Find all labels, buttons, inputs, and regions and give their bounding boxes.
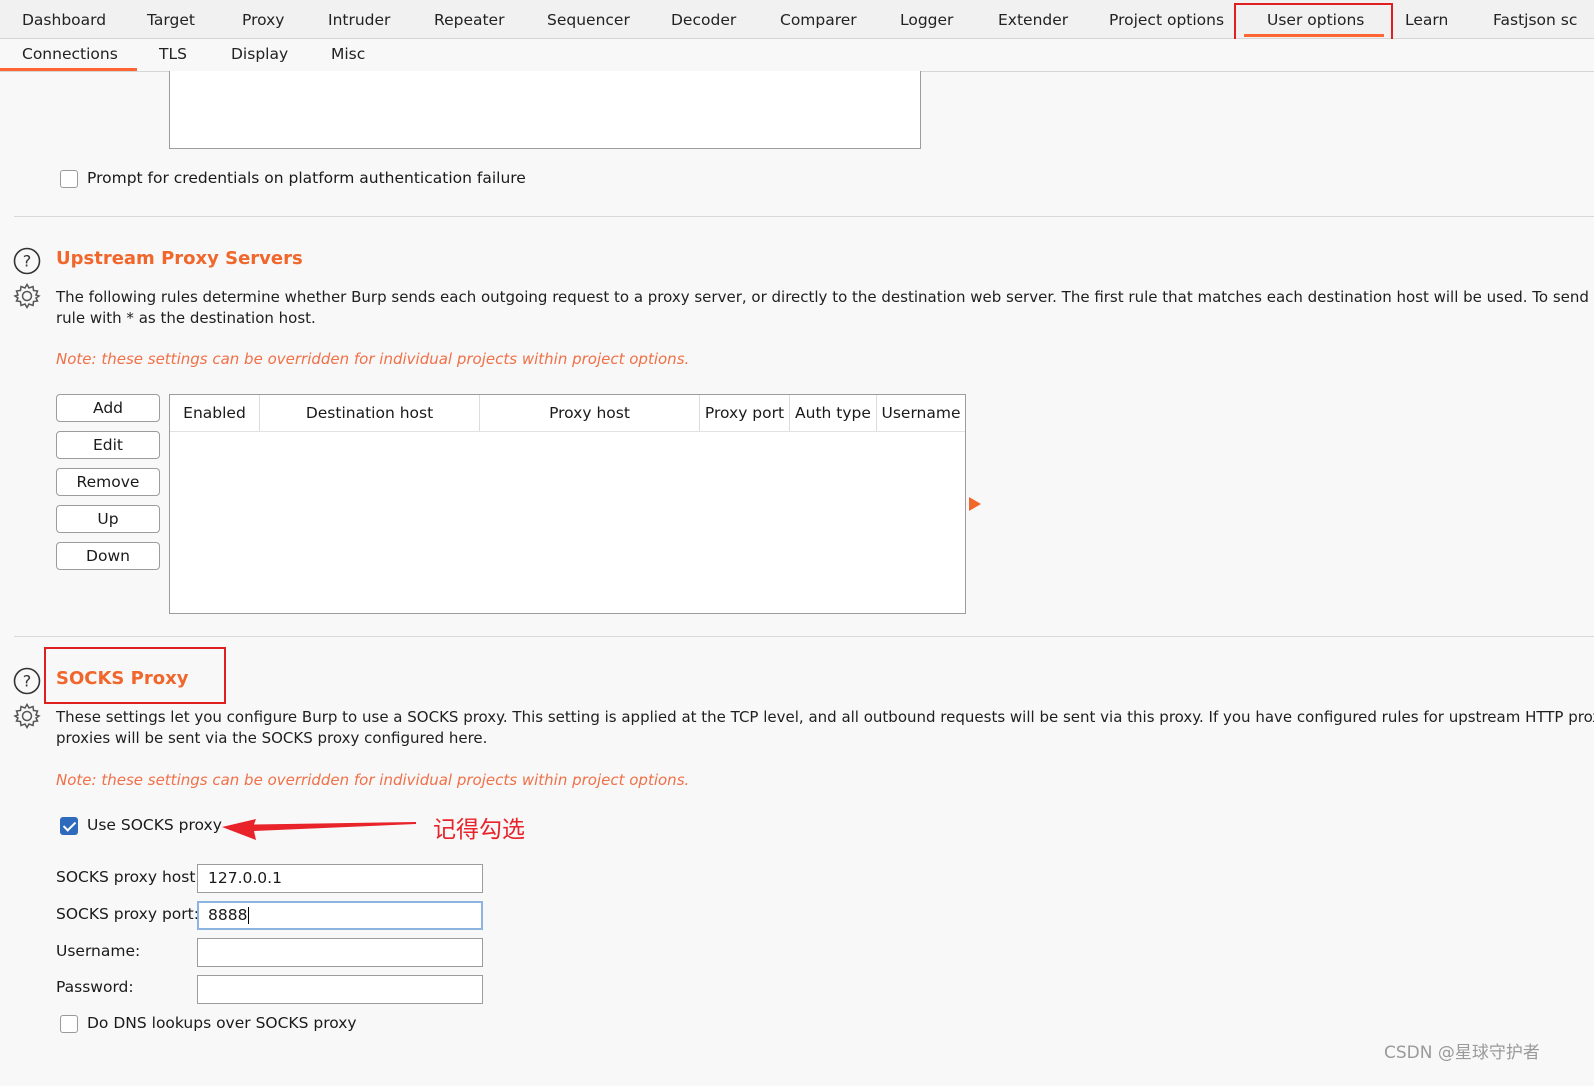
socks-port-label: SOCKS proxy port: xyxy=(56,905,199,923)
tab-comparer[interactable]: Comparer xyxy=(780,0,857,38)
gear-icon[interactable] xyxy=(13,282,41,310)
use-socks-proxy-label: Use SOCKS proxy xyxy=(87,816,222,834)
tab-sequencer[interactable]: Sequencer xyxy=(547,0,630,38)
subtab-misc[interactable]: Misc xyxy=(331,39,365,71)
sub-tab-bar: Connections TLS Display Misc xyxy=(0,39,1594,72)
help-icon[interactable]: ? xyxy=(13,667,41,695)
upstream-section-title: Upstream Proxy Servers xyxy=(56,248,303,269)
subtab-tls[interactable]: TLS xyxy=(159,39,187,71)
tab-logger[interactable]: Logger xyxy=(900,0,953,38)
tab-intruder[interactable]: Intruder xyxy=(328,0,390,38)
tab-project-options[interactable]: Project options xyxy=(1109,0,1224,38)
annotation-text: 记得勾选 xyxy=(433,817,525,843)
tab-learn[interactable]: Learn xyxy=(1405,0,1448,38)
highlight-box-socks-title xyxy=(44,647,226,704)
use-socks-proxy-checkbox[interactable] xyxy=(60,817,78,835)
remove-button[interactable]: Remove xyxy=(56,468,160,496)
svg-text:?: ? xyxy=(23,252,32,271)
socks-port-input[interactable]: 8888 xyxy=(197,901,483,930)
text-cursor xyxy=(248,907,250,924)
active-subtab-indicator xyxy=(0,68,137,71)
watermark: CSDN @星球守护者 xyxy=(1384,1043,1540,1063)
username-label: Username: xyxy=(56,942,141,960)
socks-host-input[interactable]: 127.0.0.1 xyxy=(197,864,483,893)
username-input[interactable] xyxy=(197,938,483,967)
edit-button[interactable]: Edit xyxy=(56,431,160,459)
help-icon[interactable]: ? xyxy=(13,247,41,275)
column-header-enabled[interactable]: Enabled xyxy=(170,395,260,431)
tab-extender[interactable]: Extender xyxy=(998,0,1068,38)
socks-port-value: 8888 xyxy=(208,906,248,924)
socks-host-label: SOCKS proxy host: xyxy=(56,868,201,886)
tab-repeater[interactable]: Repeater xyxy=(434,0,504,38)
column-header-username[interactable]: Username xyxy=(877,395,965,431)
upstream-note: Note: these settings can be overridden f… xyxy=(56,350,690,368)
platform-auth-table[interactable] xyxy=(169,71,921,149)
dns-over-socks-checkbox[interactable] xyxy=(60,1015,78,1033)
section-divider xyxy=(14,216,1594,217)
expand-arrow-icon[interactable] xyxy=(968,496,982,512)
add-button[interactable]: Add xyxy=(56,394,160,422)
gear-icon[interactable] xyxy=(13,702,41,730)
password-label: Password: xyxy=(56,978,134,996)
upstream-rules-table[interactable]: Enabled Destination host Proxy host Prox… xyxy=(169,394,966,614)
section-divider xyxy=(14,636,1594,637)
table-header-divider xyxy=(170,431,965,432)
tab-dashboard[interactable]: Dashboard xyxy=(22,0,106,38)
svg-text:?: ? xyxy=(23,672,32,691)
socks-description-line2: proxies will be sent via the SOCKS proxy… xyxy=(56,729,488,747)
tab-target[interactable]: Target xyxy=(147,0,195,38)
socks-note: Note: these settings can be overridden f… xyxy=(56,771,690,789)
tab-fastjson[interactable]: Fastjson sc xyxy=(1493,0,1577,38)
prompt-credentials-label: Prompt for credentials on platform authe… xyxy=(87,169,526,187)
tab-proxy[interactable]: Proxy xyxy=(242,0,284,38)
down-button[interactable]: Down xyxy=(56,542,160,570)
upstream-description-line2: rule with * as the destination host. xyxy=(56,309,316,327)
dns-over-socks-label: Do DNS lookups over SOCKS proxy xyxy=(87,1014,357,1032)
subtab-display[interactable]: Display xyxy=(231,39,288,71)
upstream-description-line1: The following rules determine whether Bu… xyxy=(56,288,1594,306)
annotation-arrow-icon xyxy=(222,819,416,840)
subtab-connections[interactable]: Connections xyxy=(22,39,118,71)
column-header-proxy-port[interactable]: Proxy port xyxy=(700,395,790,431)
column-header-proxy-host[interactable]: Proxy host xyxy=(480,395,700,431)
prompt-credentials-checkbox[interactable] xyxy=(60,170,78,188)
up-button[interactable]: Up xyxy=(56,505,160,533)
password-input[interactable] xyxy=(197,975,483,1004)
column-header-auth-type[interactable]: Auth type xyxy=(790,395,877,431)
socks-description-line1: These settings let you configure Burp to… xyxy=(56,708,1594,726)
tab-decoder[interactable]: Decoder xyxy=(671,0,736,38)
column-header-destination-host[interactable]: Destination host xyxy=(260,395,480,431)
